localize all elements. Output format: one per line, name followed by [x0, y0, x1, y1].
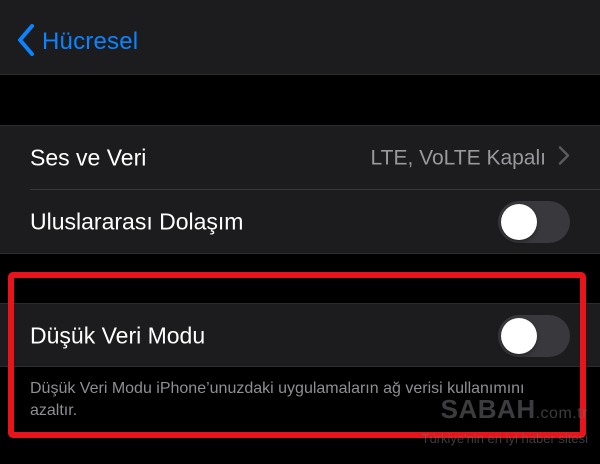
low-data-mode-row: Düşük Veri Modu: [0, 304, 600, 368]
cellular-options-group: Ses ve Veri LTE, VoLTE Kapalı Uluslarara…: [0, 125, 600, 254]
voice-data-value: LTE, VoLTE Kapalı: [370, 146, 547, 169]
low-data-mode-label: Düşük Veri Modu: [30, 322, 206, 349]
roaming-toggle-knob: [501, 204, 537, 240]
voice-data-detail: LTE, VoLTE Kapalı: [371, 146, 571, 171]
roaming-row: Uluslararası Dolaşım: [0, 190, 600, 254]
navigation-bar: Hücresel: [0, 0, 600, 75]
back-button-label: Hücresel: [42, 28, 139, 55]
watermark-tagline: Türkiye'nin en iyi haber sitesi: [421, 431, 589, 446]
voice-data-row[interactable]: Ses ve Veri LTE, VoLTE Kapalı: [0, 126, 600, 190]
chevron-left-icon: [16, 23, 36, 62]
cellular-settings-screen: Hücresel Ses ve Veri LTE, VoLTE Kapalı U…: [0, 0, 600, 464]
low-data-mode-description: Düşük Veri Modu iPhone’unuzdaki uygulama…: [30, 380, 525, 419]
back-button[interactable]: Hücresel: [16, 23, 139, 62]
low-data-mode-group: Düşük Veri Modu: [0, 303, 600, 367]
low-data-mode-toggle[interactable]: [498, 315, 570, 357]
low-data-mode-toggle-knob: [501, 318, 537, 354]
roaming-label: Uluslararası Dolaşım: [30, 208, 244, 235]
voice-data-label: Ses ve Veri: [30, 144, 147, 171]
roaming-toggle[interactable]: [498, 201, 570, 243]
chevron-right-icon: [546, 146, 570, 171]
